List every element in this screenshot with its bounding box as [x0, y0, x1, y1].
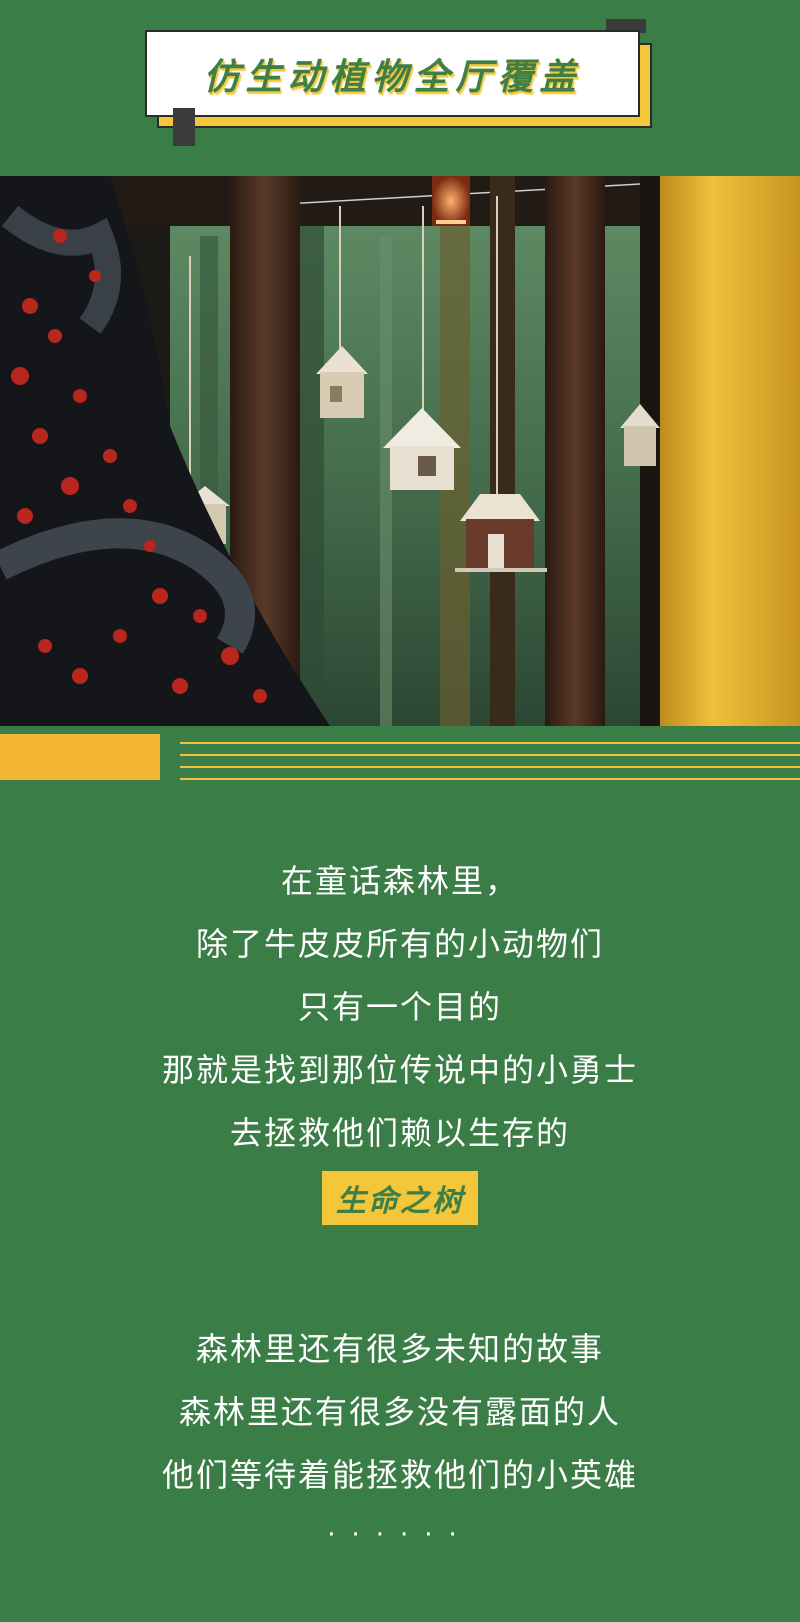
story-line: 除了牛皮皮所有的小动物们 [195, 925, 604, 963]
story-line: 那就是找到那位传说中的小勇士 [161, 1051, 638, 1089]
story-line: 森林里还有很多未知的故事 [195, 1330, 604, 1368]
ellipsis: ······ [327, 1520, 473, 1550]
forest-birdhouse-photo [0, 176, 800, 726]
story-line: 只有一个目的 [297, 988, 502, 1026]
divider-line [180, 754, 800, 756]
title-banner: 仿生动植物全厅覆盖 [0, 0, 800, 176]
highlight-wrap: 生命之树 [0, 1171, 800, 1225]
highlight-tree-of-life: 生命之树 [322, 1171, 478, 1225]
divider-yellow-block [0, 734, 160, 780]
story-line: 他们等待着能拯救他们的小英雄 [161, 1456, 638, 1494]
banner-decor-tab-left [173, 108, 195, 146]
banner-title: 仿生动植物全厅覆盖 [203, 56, 582, 98]
banner-title-box: 仿生动植物全厅覆盖 [145, 30, 640, 117]
divider-line [180, 766, 800, 768]
story-block: 在童话森林里， 除了牛皮皮所有的小动物们 只有一个目的 那就是找到那位传说中的小… [0, 850, 800, 1225]
story-block-2: 森林里还有很多未知的故事 森林里还有很多没有露面的人 他们等待着能拯救他们的小英… [0, 1318, 800, 1507]
story-line: 在童话森林里， [280, 862, 519, 900]
photo-illustration [0, 176, 800, 726]
story-line: 森林里还有很多没有露面的人 [178, 1393, 621, 1431]
section-divider [0, 732, 800, 784]
divider-line [180, 742, 800, 744]
story-line: 去拯救他们赖以生存的 [229, 1114, 570, 1152]
divider-line [180, 778, 800, 780]
page: 仿生动植物全厅覆盖 在童话森林里， 除了牛皮皮所有的小动物们 只有一个目的 那就… [0, 0, 800, 1622]
